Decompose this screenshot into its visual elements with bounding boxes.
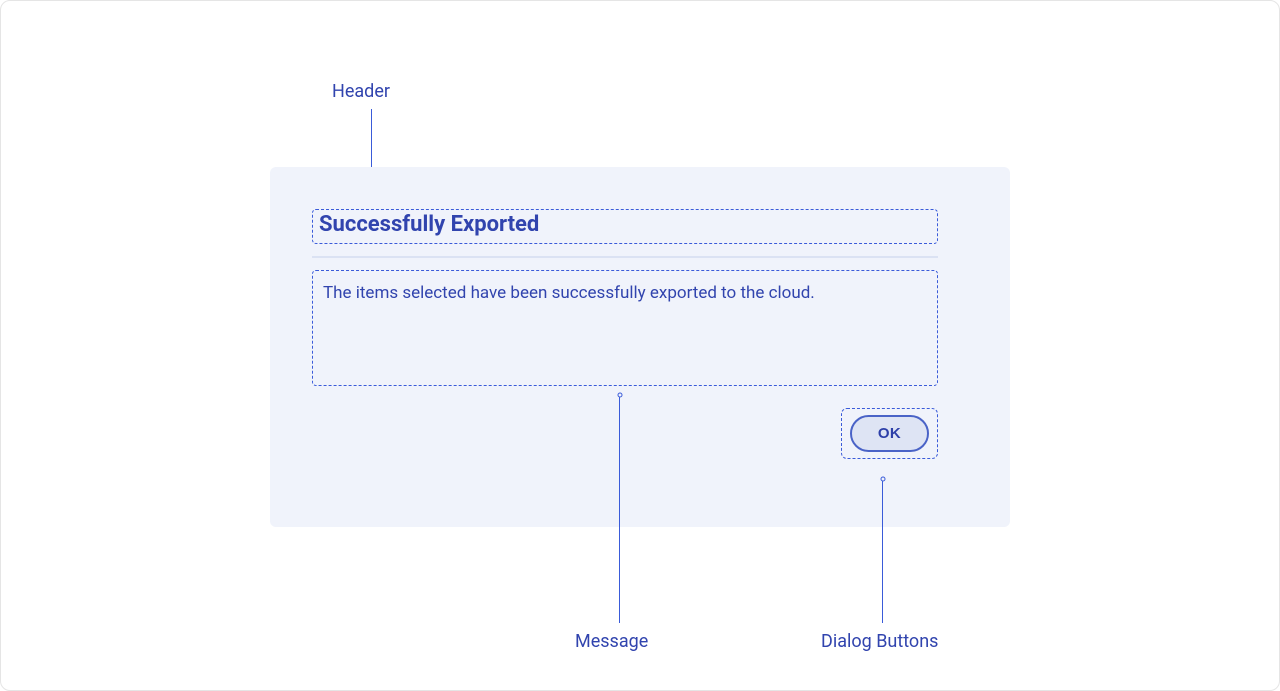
dialog-header-region: Successfully Exported (312, 209, 938, 244)
connector-line (882, 481, 883, 623)
dialog-message: The items selected have been successfull… (323, 281, 927, 306)
dialog-buttons-region: OK (841, 408, 938, 459)
annotation-label-message: Message (575, 631, 648, 652)
dialog-card: Successfully Exported The items selected… (270, 167, 1010, 527)
ok-button[interactable]: OK (850, 415, 929, 452)
connector-line (619, 397, 620, 623)
dialog-buttons-row: OK (312, 408, 938, 459)
annotation-label-buttons: Dialog Buttons (821, 631, 938, 652)
dialog-message-region: The items selected have been successfull… (312, 270, 938, 386)
dialog-divider (312, 256, 938, 258)
dialog-header: Successfully Exported (319, 212, 931, 237)
annotation-label-header: Header (332, 81, 390, 102)
